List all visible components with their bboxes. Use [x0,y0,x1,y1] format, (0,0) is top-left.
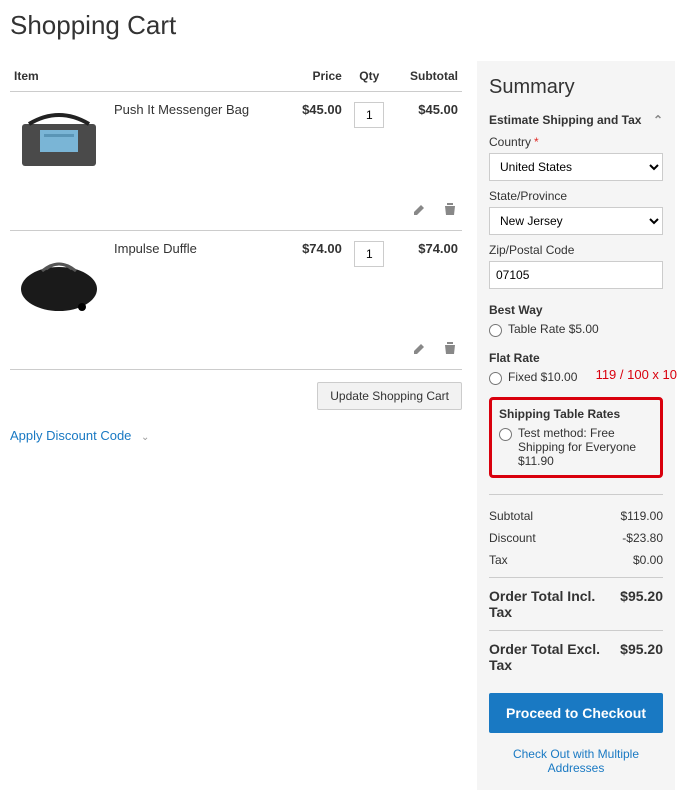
summary-panel: Summary Estimate Shipping and Tax ⌃ Coun… [477,61,675,790]
country-label: Country* [489,135,663,149]
carrier-table-title: Shipping Table Rates [499,407,653,421]
col-qty: Qty [346,61,393,92]
carrier-bestway-title: Best Way [489,303,663,317]
discount-value: -$23.80 [622,531,663,545]
checkout-button[interactable]: Proceed to Checkout [489,693,663,733]
subtotal-label: Subtotal [489,509,533,523]
state-select[interactable]: New Jersey [489,207,663,235]
trash-icon[interactable] [442,340,458,356]
discount-label: Discount [489,531,536,545]
product-image[interactable] [14,241,104,317]
table-row: Impulse Duffle $74.00 $74.00 [10,231,462,331]
estimate-label: Estimate Shipping and Tax [489,113,641,127]
apply-discount-link[interactable]: Apply Discount Code ⌄ [10,428,149,443]
item-subtotal: $45.00 [393,92,462,192]
shipping-option-label: Test method: Free Shipping for Everyone … [518,426,653,468]
total-excl-value: $95.20 [620,641,663,673]
country-select[interactable]: United States [489,153,663,181]
item-name[interactable]: Impulse Duffle [114,241,197,256]
shipping-option-label: Table Rate $5.00 [508,322,599,336]
shipping-option-label: Fixed $10.00 [508,370,577,384]
col-price: Price [287,61,346,92]
cart-items-section: Item Price Qty Subtotal [10,61,462,790]
total-incl-label: Order Total Incl. Tax [489,588,620,620]
edit-icon[interactable] [412,340,428,356]
multi-address-link[interactable]: Check Out with Multiple Addresses [489,747,663,775]
product-image[interactable] [14,102,104,178]
item-name[interactable]: Push It Messenger Bag [114,102,249,117]
estimate-toggle[interactable]: Estimate Shipping and Tax ⌃ [489,113,663,127]
radio-input[interactable] [489,372,502,385]
chevron-up-icon: ⌃ [653,113,663,127]
shipping-option-bestway[interactable]: Table Rate $5.00 [489,322,663,337]
table-row: Push It Messenger Bag $45.00 $45.00 [10,92,462,192]
radio-input[interactable] [499,428,512,441]
annotation-text: 119 / 100 x 10 [596,367,677,382]
zip-label: Zip/Postal Code [489,243,663,257]
state-label: State/Province [489,189,663,203]
item-price: $45.00 [287,92,346,192]
radio-input[interactable] [489,324,502,337]
update-cart-button[interactable]: Update Shopping Cart [317,382,462,410]
col-subtotal: Subtotal [393,61,462,92]
carrier-flat-title: Flat Rate [489,351,663,365]
cart-table: Item Price Qty Subtotal [10,61,462,370]
total-excl-label: Order Total Excl. Tax [489,641,620,673]
discount-label: Apply Discount Code [10,428,131,443]
edit-icon[interactable] [412,201,428,217]
highlighted-shipping-box: Shipping Table Rates Test method: Free S… [489,397,663,478]
trash-icon[interactable] [442,201,458,217]
shipping-option-table[interactable]: Test method: Free Shipping for Everyone … [499,426,653,468]
col-item: Item [10,61,287,92]
qty-input[interactable] [354,102,384,128]
qty-input[interactable] [354,241,384,267]
item-subtotal: $74.00 [393,231,462,331]
subtotal-value: $119.00 [621,509,664,523]
tax-value: $0.00 [633,553,663,567]
page-title: Shopping Cart [10,10,675,41]
chevron-down-icon: ⌄ [141,432,149,443]
totals-section: Subtotal $119.00 Discount -$23.80 Tax $0.00… [489,494,663,677]
total-incl-value: $95.20 [620,588,663,620]
item-price: $74.00 [287,231,346,331]
summary-title: Summary [489,76,663,99]
tax-label: Tax [489,553,508,567]
zip-input[interactable] [489,261,663,289]
